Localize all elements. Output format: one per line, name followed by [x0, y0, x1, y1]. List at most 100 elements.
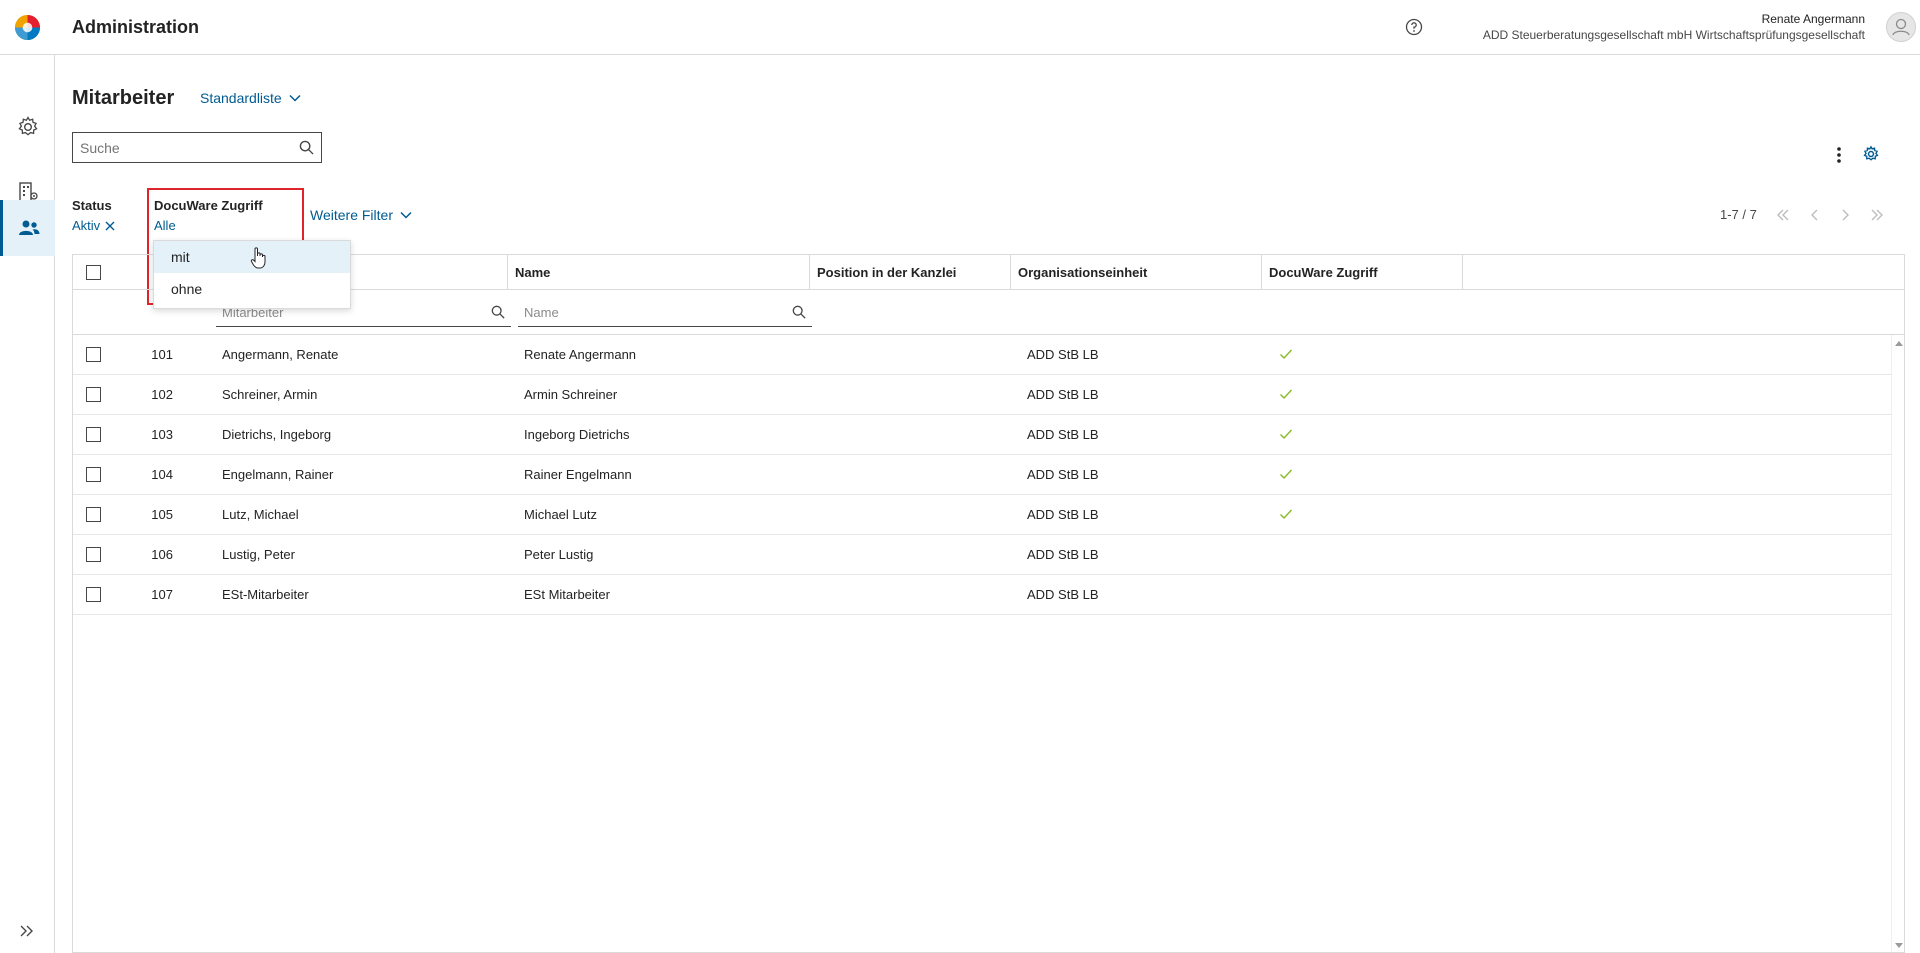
table-row[interactable]: 104 Engelmann, Rainer Rainer Engelmann ADD … [73, 455, 1891, 495]
user-info[interactable]: Renate Angermann ADD Steuerberatungsgese… [1483, 11, 1865, 43]
dropdown-option-ohne[interactable]: ohne [154, 273, 350, 305]
chevron-down-icon [400, 211, 412, 219]
top-bar: Administration Renate Angermann ADD Steu… [0, 0, 1920, 55]
search-box [72, 132, 322, 163]
check-icon [1280, 509, 1293, 520]
row-checkbox[interactable] [86, 387, 101, 402]
filter-status-value[interactable]: Aktiv [72, 218, 116, 233]
cell-org: ADD StB LB [1027, 347, 1099, 362]
gear-icon [17, 116, 38, 136]
cell-name: Renate Angermann [524, 347, 637, 362]
row-checkbox[interactable] [86, 347, 101, 362]
search-icon[interactable] [491, 305, 505, 319]
filter-docuware-label: DocuWare Zugriff [154, 198, 263, 213]
cell-org: ADD StB LB [1027, 387, 1099, 402]
more-filters-label: Weitere Filter [310, 207, 393, 223]
filter-status-label: Status [72, 198, 112, 213]
cell-mitarbeiter: Lutz, Michael [222, 507, 299, 522]
prev-page-icon[interactable] [1809, 208, 1821, 222]
table-settings-icon[interactable] [1862, 145, 1880, 163]
avatar[interactable] [1886, 12, 1916, 42]
hand-cursor-icon [250, 247, 266, 269]
scroll-down-icon[interactable] [1895, 943, 1903, 948]
column-header-org[interactable]: Organisationseinheit [1011, 255, 1262, 290]
table-row[interactable]: 101 Angermann, Renate Renate Angermann ADD … [73, 335, 1891, 375]
cell-org: ADD StB LB [1027, 587, 1099, 602]
filter-status: Status Aktiv [72, 198, 116, 233]
cell-nr: 101 [151, 347, 173, 362]
next-page-icon[interactable] [1839, 208, 1851, 222]
cell-nr: 106 [151, 547, 173, 562]
check-icon [1280, 469, 1293, 480]
table-row[interactable]: 107 ESt-Mitarbeiter ESt Mitarbeiter ADD StB… [73, 575, 1891, 615]
user-company: ADD Steuerberatungsgesellschaft mbH Wirt… [1482, 28, 1865, 42]
nav-item-employees[interactable] [0, 200, 55, 256]
table-row[interactable]: 106 Lustig, Peter Peter Lustig ADD StB LB [73, 535, 1891, 575]
column-header-name[interactable]: Name [508, 255, 810, 290]
row-checkbox[interactable] [86, 467, 101, 482]
filter-docuware-value[interactable]: Alle [154, 218, 263, 233]
cell-mitarbeiter: Lustig, Peter [222, 547, 295, 562]
cell-name: Armin Schreiner [524, 387, 618, 402]
users-icon [19, 220, 40, 235]
pager-range: 1-7 / 7 [1720, 207, 1757, 222]
check-icon [1280, 389, 1293, 400]
filter-status-value-text: Aktiv [72, 218, 101, 233]
nav-item-settings[interactable] [0, 99, 55, 155]
row-checkbox[interactable] [86, 547, 101, 562]
cell-org: ADD StB LB [1027, 507, 1099, 522]
cell-mitarbeiter: Angermann, Renate [222, 347, 339, 362]
first-page-icon[interactable] [1775, 208, 1791, 222]
page-title: Mitarbeiter [72, 87, 175, 109]
more-options-icon[interactable] [1832, 146, 1846, 164]
search-icon[interactable] [299, 140, 314, 155]
employees-table: Name Position in der Kanzlei Organisatio… [72, 254, 1905, 953]
expand-nav-icon[interactable] [15, 919, 39, 943]
row-checkbox[interactable] [86, 427, 101, 442]
cell-nr: 103 [151, 427, 173, 442]
user-name: Renate Angermann [1761, 12, 1865, 26]
table-row[interactable]: 102 Schreiner, Armin Armin Schreiner ADD St… [73, 375, 1891, 415]
cell-mitarbeiter: Schreiner, Armin [222, 387, 318, 402]
cell-name: ESt Mitarbeiter [524, 587, 610, 602]
chevron-down-icon [289, 94, 301, 102]
scroll-up-icon[interactable] [1895, 341, 1903, 346]
check-icon [1280, 429, 1293, 440]
cell-name: Ingeborg Dietrichs [524, 427, 630, 442]
cell-nr: 105 [151, 507, 173, 522]
cell-org: ADD StB LB [1027, 467, 1099, 482]
app-title: Administration [72, 17, 200, 37]
filter-name [518, 299, 812, 327]
cell-org: ADD StB LB [1027, 547, 1099, 562]
filter-name-input[interactable] [518, 299, 812, 325]
cell-name: Michael Lutz [524, 507, 597, 522]
vertical-scrollbar[interactable] [1891, 335, 1904, 952]
more-filters-button[interactable]: Weitere Filter [310, 207, 413, 223]
column-header-position[interactable]: Position in der Kanzlei [810, 255, 1011, 290]
side-nav [0, 55, 55, 953]
last-page-icon[interactable] [1869, 208, 1885, 222]
close-icon[interactable] [104, 220, 116, 232]
user-icon [1892, 18, 1910, 36]
cell-mitarbeiter: Dietrichs, Ingeborg [222, 427, 332, 442]
row-checkbox[interactable] [86, 507, 101, 522]
cell-name: Rainer Engelmann [524, 467, 632, 482]
view-selector[interactable]: Standardliste [200, 90, 302, 106]
table-row[interactable]: 105 Lutz, Michael Michael Lutz ADD StB LB [73, 495, 1891, 535]
column-header-docuware[interactable]: DocuWare Zugriff [1262, 255, 1463, 290]
cell-org: ADD StB LB [1027, 427, 1099, 442]
cell-nr: 104 [151, 467, 173, 482]
pagination: 1-7 / 7 [1720, 207, 1885, 222]
filter-docuware: DocuWare Zugriff Alle [154, 198, 263, 233]
cell-nr: 102 [151, 387, 173, 402]
view-selector-label: Standardliste [200, 90, 282, 106]
app-logo[interactable] [14, 14, 41, 41]
cell-mitarbeiter: ESt-Mitarbeiter [222, 587, 309, 602]
help-icon[interactable] [1404, 17, 1424, 37]
row-checkbox[interactable] [86, 587, 101, 602]
search-input[interactable] [73, 133, 283, 162]
cell-nr: 107 [151, 587, 173, 602]
table-row[interactable]: 103 Dietrichs, Ingeborg Ingeborg Dietrichs… [73, 415, 1891, 455]
cell-mitarbeiter: Engelmann, Rainer [222, 467, 334, 482]
search-icon[interactable] [792, 305, 806, 319]
